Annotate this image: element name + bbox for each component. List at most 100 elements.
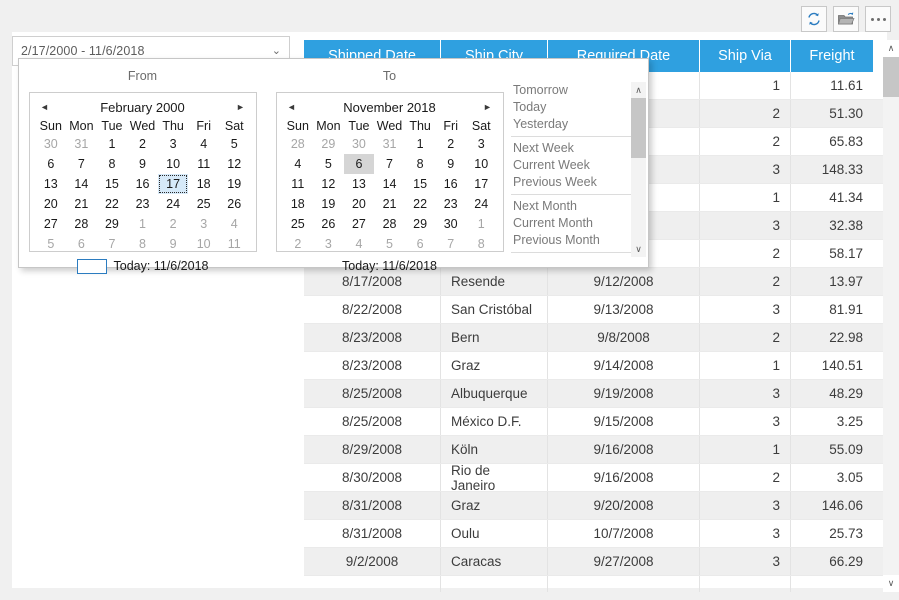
calendar-day[interactable]: 13 xyxy=(36,174,67,194)
calendar-day[interactable]: 12 xyxy=(313,174,344,194)
table-row[interactable] xyxy=(304,576,887,592)
calendar-day-today[interactable]: 6 xyxy=(344,154,375,174)
next-month-icon[interactable]: ► xyxy=(232,103,250,112)
grid-vertical-scrollbar[interactable]: ∧ ∨ xyxy=(883,40,899,592)
calendar-day[interactable]: 21 xyxy=(66,194,97,214)
calendar-day[interactable]: 5 xyxy=(313,154,344,174)
to-calendar[interactable]: ◄ November 2018 ► SunMonTueWedThuFriSat … xyxy=(276,92,504,252)
calendar-day[interactable]: 6 xyxy=(36,154,67,174)
calendar-day[interactable]: 23 xyxy=(435,194,466,214)
calendar-day[interactable]: 29 xyxy=(97,214,128,234)
calendar-day[interactable]: 24 xyxy=(158,194,189,214)
calendar-day[interactable]: 1 xyxy=(466,214,497,234)
table-row[interactable]: 8/23/2008Graz9/14/20081140.51 xyxy=(304,352,887,380)
table-row[interactable]: 8/25/2008México D.F.9/15/200833.25 xyxy=(304,408,887,436)
scrollbar-thumb[interactable] xyxy=(631,98,646,158)
calendar-day[interactable]: 6 xyxy=(405,234,436,254)
calendar-day[interactable]: 26 xyxy=(219,194,250,214)
preset-range-item[interactable]: Today xyxy=(511,99,646,116)
calendar-day[interactable]: 20 xyxy=(344,194,375,214)
calendar-day[interactable]: 16 xyxy=(435,174,466,194)
scroll-down-icon[interactable]: ∨ xyxy=(631,241,646,257)
preset-range-item[interactable]: Next Quarter xyxy=(511,256,646,257)
calendar-day[interactable]: 3 xyxy=(466,134,497,154)
calendar-day[interactable]: 16 xyxy=(127,174,158,194)
calendar-day[interactable]: 5 xyxy=(374,234,405,254)
calendar-day[interactable]: 7 xyxy=(435,234,466,254)
calendar-day[interactable]: 10 xyxy=(158,154,189,174)
table-row[interactable]: 9/2/2008Caracas9/27/2008366.29 xyxy=(304,548,887,576)
preset-range-item[interactable]: Next Week xyxy=(511,140,646,157)
calendar-day[interactable]: 1 xyxy=(97,134,128,154)
calendar-day[interactable]: 31 xyxy=(374,134,405,154)
calendar-day[interactable]: 30 xyxy=(36,134,67,154)
from-today-footer[interactable]: Today: 11/6/2018 xyxy=(36,255,250,277)
table-row[interactable]: 8/31/2008Oulu10/7/2008325.73 xyxy=(304,520,887,548)
calendar-day[interactable]: 30 xyxy=(344,134,375,154)
calendar-day[interactable]: 1 xyxy=(127,214,158,234)
calendar-day[interactable]: 2 xyxy=(127,134,158,154)
table-row[interactable]: 8/29/2008Köln9/16/2008155.09 xyxy=(304,436,887,464)
open-folder-button[interactable] xyxy=(833,6,859,32)
calendar-day[interactable]: 4 xyxy=(188,134,219,154)
calendar-day[interactable]: 19 xyxy=(313,194,344,214)
calendar-day[interactable]: 2 xyxy=(435,134,466,154)
preset-range-item[interactable]: Current Month xyxy=(511,215,646,232)
calendar-day[interactable]: 29 xyxy=(313,134,344,154)
preset-range-item[interactable]: Current Week xyxy=(511,157,646,174)
preset-range-item[interactable]: Tomorrow xyxy=(511,82,646,99)
calendar-day[interactable]: 25 xyxy=(283,214,314,234)
calendar-day[interactable]: 11 xyxy=(283,174,314,194)
calendar-day[interactable]: 7 xyxy=(66,154,97,174)
calendar-day[interactable]: 15 xyxy=(405,174,436,194)
calendar-day[interactable]: 3 xyxy=(313,234,344,254)
scroll-down-icon[interactable]: ∨ xyxy=(883,575,899,592)
calendar-day[interactable]: 29 xyxy=(405,214,436,234)
calendar-day[interactable]: 24 xyxy=(466,194,497,214)
calendar-day-selected[interactable]: 17 xyxy=(158,174,189,194)
column-header-freight[interactable]: Freight xyxy=(791,40,873,72)
calendar-day[interactable]: 8 xyxy=(466,234,497,254)
calendar-day[interactable]: 22 xyxy=(405,194,436,214)
calendar-day[interactable]: 3 xyxy=(188,214,219,234)
calendar-day[interactable]: 9 xyxy=(127,154,158,174)
next-month-icon[interactable]: ► xyxy=(479,103,497,112)
calendar-day[interactable]: 6 xyxy=(66,234,97,254)
calendar-day[interactable]: 1 xyxy=(405,134,436,154)
calendar-day[interactable]: 28 xyxy=(374,214,405,234)
calendar-day[interactable]: 12 xyxy=(219,154,250,174)
calendar-day[interactable]: 4 xyxy=(219,214,250,234)
calendar-day[interactable]: 27 xyxy=(36,214,67,234)
calendar-day[interactable]: 28 xyxy=(283,134,314,154)
preset-range-item[interactable]: Previous Week xyxy=(511,174,646,191)
calendar-day[interactable]: 4 xyxy=(283,154,314,174)
calendar-day[interactable]: 5 xyxy=(36,234,67,254)
calendar-day[interactable]: 20 xyxy=(36,194,67,214)
calendar-day[interactable]: 13 xyxy=(344,174,375,194)
calendar-day[interactable]: 15 xyxy=(97,174,128,194)
calendar-day[interactable]: 14 xyxy=(66,174,97,194)
prev-month-icon[interactable]: ◄ xyxy=(36,103,54,112)
preset-range-item[interactable]: Previous Month xyxy=(511,232,646,249)
calendar-day[interactable]: 21 xyxy=(374,194,405,214)
preset-range-item[interactable]: Next Month xyxy=(511,198,646,215)
calendar-day[interactable]: 27 xyxy=(344,214,375,234)
calendar-day[interactable]: 26 xyxy=(313,214,344,234)
calendar-day[interactable]: 30 xyxy=(435,214,466,234)
from-calendar[interactable]: ◄ February 2000 ► SunMonTueWedThuFriSat … xyxy=(29,92,257,252)
calendar-day[interactable]: 28 xyxy=(66,214,97,234)
calendar-day[interactable]: 11 xyxy=(219,234,250,254)
table-row[interactable]: 8/31/2008Graz9/20/20083146.06 xyxy=(304,492,887,520)
preset-list-scrollbar[interactable]: ∧ ∨ xyxy=(631,82,646,257)
calendar-day[interactable]: 8 xyxy=(97,154,128,174)
calendar-day[interactable]: 22 xyxy=(97,194,128,214)
table-row[interactable]: 8/25/2008Albuquerque9/19/2008348.29 xyxy=(304,380,887,408)
calendar-day[interactable]: 5 xyxy=(219,134,250,154)
calendar-day[interactable]: 9 xyxy=(435,154,466,174)
from-month-title[interactable]: February 2000 xyxy=(54,100,232,115)
scrollbar-thumb[interactable] xyxy=(883,57,899,97)
table-row[interactable]: 8/23/2008Bern9/8/2008222.98 xyxy=(304,324,887,352)
calendar-day[interactable]: 7 xyxy=(374,154,405,174)
calendar-day[interactable]: 25 xyxy=(188,194,219,214)
calendar-day[interactable]: 10 xyxy=(466,154,497,174)
